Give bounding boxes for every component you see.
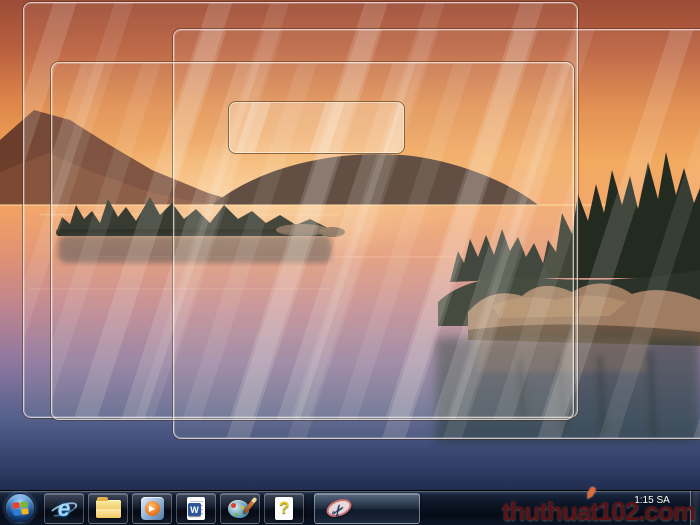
folder-icon <box>96 500 121 518</box>
screen: e ▶ W ? <box>0 0 700 525</box>
windows-logo-icon <box>12 501 29 516</box>
desktop[interactable] <box>0 0 700 490</box>
taskbar-button-windows-explorer[interactable] <box>88 493 128 524</box>
clock-time: 1:15 SA <box>619 494 685 507</box>
help-document-icon: ? <box>275 497 293 520</box>
play-icon: ▶ <box>145 501 160 516</box>
peek-window-outline-4[interactable] <box>228 101 405 154</box>
word-document-icon: W <box>187 497 205 520</box>
system-clock[interactable]: 1:15 SA <box>619 494 685 507</box>
internet-explorer-icon: e <box>51 496 77 522</box>
taskbar-button-help[interactable]: ? <box>264 493 304 524</box>
taskbar-button-internet-explorer[interactable]: e <box>44 493 84 524</box>
media-player-icon: ▶ <box>141 497 164 520</box>
start-button[interactable] <box>5 493 35 523</box>
taskbar-button-paint[interactable] <box>220 493 260 524</box>
snipping-tool-icon: ✂ <box>325 497 355 521</box>
paint-palette-icon <box>228 498 252 520</box>
taskbar-button-snipping-tool[interactable]: ✂ <box>314 493 420 524</box>
taskbar-button-media-player[interactable]: ▶ <box>132 493 172 524</box>
show-desktop-button[interactable] <box>690 491 700 525</box>
taskbar: e ▶ W ? <box>0 490 700 525</box>
taskbar-button-word[interactable]: W <box>176 493 216 524</box>
